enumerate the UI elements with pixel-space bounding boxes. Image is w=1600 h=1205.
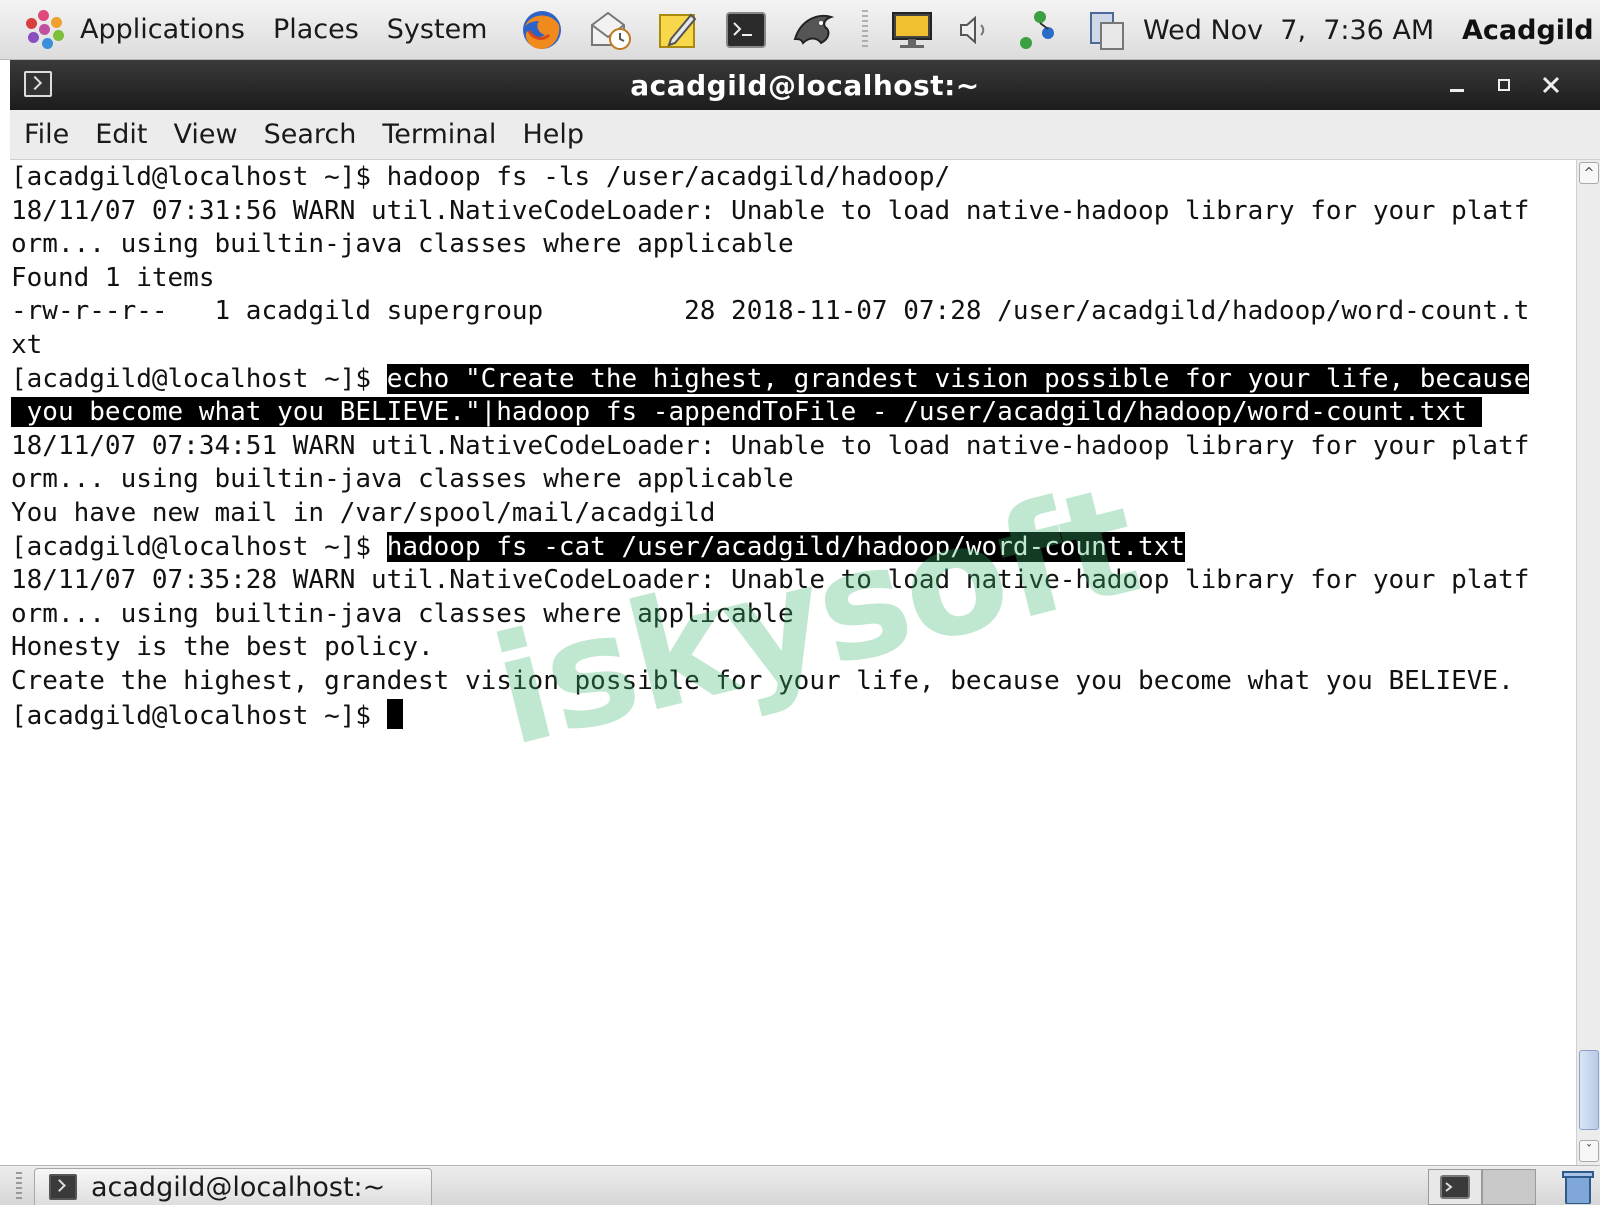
trash-icon[interactable]: [1560, 1168, 1596, 1205]
menu-search[interactable]: Search: [251, 119, 370, 150]
clipboard-icon[interactable]: [1083, 7, 1129, 53]
panel-clock[interactable]: Wed Nov 7, 7:36 AM: [1143, 0, 1434, 60]
menu-terminal[interactable]: Terminal: [369, 119, 509, 150]
terminal-line: Honesty is the best policy.: [11, 632, 434, 663]
panel-user-name[interactable]: Acadgild: [1462, 0, 1594, 60]
workspace-1[interactable]: [1428, 1169, 1482, 1205]
scroll-thumb[interactable]: [1579, 1050, 1599, 1130]
scroll-up-icon[interactable]: ^: [1579, 162, 1599, 184]
terminal-line: [acadgild@localhost ~]$ echo "Create the…: [11, 363, 1576, 397]
terminal-line: -rw-r--r-- 1 acadgild supergroup 28 2018…: [11, 296, 1530, 327]
system-menu[interactable]: System: [373, 0, 502, 59]
window-title: acadgild@localhost:~: [630, 68, 980, 102]
terminal-line: you become what you BELIEVE."|hadoop fs …: [11, 396, 1576, 430]
window-menubar: File Edit View Search Terminal Help: [10, 110, 1600, 160]
selected-command[interactable]: hadoop fs -cat /user/acadgild/hadoop/wor…: [386, 531, 1186, 562]
terminal-line: [acadgild@localhost ~]$: [11, 698, 1576, 733]
volume-icon[interactable]: [957, 7, 993, 53]
terminal-window-icon[interactable]: [24, 71, 52, 97]
selected-command[interactable]: echo "Create the highest, grandest visio…: [386, 363, 1530, 394]
selected-command-continuation[interactable]: you become what you BELIEVE."|hadoop fs …: [11, 397, 1483, 428]
terminal-line: 18/11/07 07:31:56 WARN util.NativeCodeLo…: [11, 195, 1530, 226]
close-icon[interactable]: [1534, 68, 1568, 102]
terminal-line: 18/11/07 07:34:51 WARN util.NativeCodeLo…: [11, 430, 1530, 461]
scroll-down-icon[interactable]: ˇ: [1579, 1140, 1599, 1162]
terminal-cursor: [386, 698, 403, 729]
taskbar-window-label: acadgild@localhost:~: [91, 1171, 386, 1203]
terminal-launcher-icon[interactable]: [723, 7, 769, 53]
firefox-icon[interactable]: [519, 7, 565, 53]
terminal-line: orm... using builtin-java classes where …: [11, 229, 794, 260]
panel-menu: Applications Places System: [66, 0, 501, 59]
terminal-line: Create the highest, grandest vision poss…: [11, 665, 1514, 696]
terminal-output[interactable]: [acadgild@localhost ~]$ hadoop fs -ls /u…: [10, 160, 1576, 1165]
menu-file[interactable]: File: [10, 119, 82, 150]
prompt: [acadgild@localhost ~]$: [11, 531, 387, 562]
terminal-line: [acadgild@localhost ~]$ hadoop fs -ls /u…: [11, 162, 951, 192]
taskbar-window-button[interactable]: acadgild@localhost:~: [34, 1168, 432, 1205]
applications-menu[interactable]: Applications: [66, 0, 259, 59]
terminal-line: xt: [11, 329, 43, 360]
terminal-line: Found 1 items: [11, 262, 215, 293]
terminal-task-icon: [49, 1174, 77, 1200]
gnome-foot-icon[interactable]: [22, 8, 66, 52]
maximize-icon[interactable]: [1487, 68, 1521, 102]
window-titlebar[interactable]: acadgild@localhost:~: [10, 60, 1600, 110]
top-panel: Applications Places System Wed Nov 7, 7:…: [0, 0, 1600, 60]
terminal-scrollbar[interactable]: ^ ˇ: [1576, 160, 1600, 1165]
network-icon[interactable]: [1015, 7, 1061, 53]
terminal-line: orm... using builtin-java classes where …: [11, 598, 794, 629]
panel-grip: [16, 1172, 22, 1202]
minimize-icon[interactable]: [1440, 68, 1474, 102]
mail-clock-icon[interactable]: [587, 7, 633, 53]
places-menu[interactable]: Places: [259, 0, 373, 59]
terminal-window: acadgild@localhost:~ File Edit View Sear…: [10, 60, 1600, 1165]
monitor-icon[interactable]: [889, 7, 935, 53]
menu-edit[interactable]: Edit: [82, 119, 160, 150]
workspace-2[interactable]: [1482, 1169, 1536, 1205]
terminal-line: [acadgild@localhost ~]$ hadoop fs -cat /…: [11, 531, 1576, 565]
prompt: [acadgild@localhost ~]$: [11, 700, 387, 731]
dolphin-icon[interactable]: [791, 7, 837, 53]
terminal-line: You have new mail in /var/spool/mail/aca…: [11, 497, 716, 528]
prompt: [acadgild@localhost ~]$: [11, 363, 387, 394]
terminal-line: 18/11/07 07:35:28 WARN util.NativeCodeLo…: [11, 565, 1530, 596]
panel-separator: [862, 9, 869, 50]
bottom-panel: acadgild@localhost:~: [0, 1165, 1600, 1205]
text-editor-icon[interactable]: [655, 7, 701, 53]
menu-help[interactable]: Help: [509, 119, 597, 150]
terminal-line: orm... using builtin-java classes where …: [11, 464, 794, 495]
menu-view[interactable]: View: [160, 119, 250, 150]
